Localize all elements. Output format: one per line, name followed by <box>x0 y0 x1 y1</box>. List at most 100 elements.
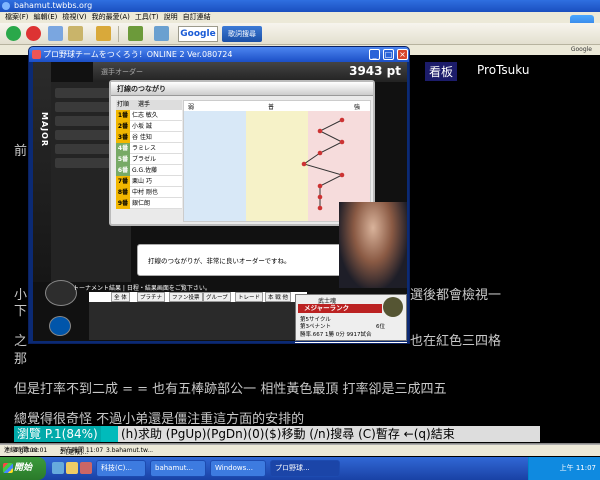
game-app-icon <box>32 50 41 59</box>
tournament-tabs: 全 体 プラチナ ファン投票 グループ トレード 本 戦 他 <box>89 292 307 302</box>
menu-file[interactable]: 檔案(F) <box>4 12 30 23</box>
taskbar-item[interactable]: 科技(C)... <box>96 460 146 477</box>
tab-main[interactable]: 本 戦 他 <box>265 292 291 302</box>
board-name: ProTsuku <box>477 63 530 77</box>
batting-order: 8番 <box>116 187 130 198</box>
batting-order: 5番 <box>116 154 130 165</box>
bbs-text-line: 那 <box>14 352 28 367</box>
header-label: 選手オーダー <box>101 68 143 76</box>
tab-all[interactable]: 全 体 <box>111 292 130 302</box>
chain-node <box>339 139 345 145</box>
quicklaunch-ie-icon[interactable] <box>52 462 64 474</box>
menu-favorites[interactable]: 我的最愛(A) <box>91 12 131 23</box>
league-logo <box>49 316 71 336</box>
clock: 上午 11:07 <box>559 464 596 472</box>
tab-platinum[interactable]: プラチナ <box>137 292 166 302</box>
tab-group[interactable]: グループ <box>203 292 231 302</box>
tab-fan-vote[interactable]: ファン投票 <box>169 292 203 302</box>
start-button[interactable]: 開始 <box>0 457 46 480</box>
player-name: 栗山 巧 <box>132 178 152 185</box>
team-record: 勝率.667 1勝 0分 9917試合 <box>300 332 372 338</box>
lineup-row[interactable]: 8番 中村 剛也 <box>116 187 182 198</box>
plugin-icon[interactable] <box>128 26 143 41</box>
lineup-row[interactable]: 4番 ラミレス <box>116 143 182 154</box>
advisor-text: 打線のつながりが、非常に良いオーダーですね。 <box>148 257 291 265</box>
bbs-tab[interactable]: 3.bahamut.tw... <box>106 447 153 454</box>
player-name: G.G.佐藤 <box>132 167 158 174</box>
player-name: ラミレス <box>132 145 157 152</box>
lineup-chain-dialog: 打線のつながり 打順 選手 1番 仁志 敏久 2番 小坂 誠 3番谷 佳知 4番 ラミレス 5… <box>109 80 375 226</box>
lineup-row[interactable]: 3番谷 佳知 <box>116 132 182 143</box>
lineup-row[interactable]: 9番 銀仁朗 <box>116 198 182 209</box>
menu-help[interactable]: 說明 <box>163 12 179 23</box>
back-button[interactable] <box>6 26 21 41</box>
close-button[interactable]: × <box>397 49 408 60</box>
chain-node <box>317 194 323 200</box>
folder-icon[interactable] <box>96 26 111 41</box>
player-name: 銀仁朗 <box>132 200 151 207</box>
points-display: 3943 pt <box>349 64 401 78</box>
bbs-text-fragment: 也在紅色三四格 <box>410 334 502 349</box>
bbs-text-fragment: 選後都會檢視一 <box>410 288 502 303</box>
quicklaunch-folder-icon[interactable] <box>66 462 78 474</box>
taskbar-item-active[interactable]: プロ野球... <box>270 460 340 477</box>
taskbar-item[interactable]: Windows... <box>210 460 266 477</box>
maximize-button[interactable]: □ <box>383 49 394 60</box>
browser-title-bar: bahamut.twbbs.org <box>0 0 600 12</box>
bbs-tab[interactable]: 2.[速報]... <box>60 447 88 456</box>
stop-button[interactable] <box>26 26 41 41</box>
menu-tools[interactable]: 工具(T) <box>134 12 160 23</box>
minimize-button[interactable]: _ <box>369 49 380 60</box>
lineup-row[interactable]: 7番 栗山 巧 <box>116 176 182 187</box>
taskbar: 開始 科技(C)... bahamut... Windows... プロ野球..… <box>0 457 600 480</box>
batting-order: 3番 <box>116 132 130 143</box>
font-size-icon[interactable] <box>48 26 63 41</box>
chain-node <box>301 161 307 167</box>
lineup-row[interactable]: 1番 仁志 敏久 <box>116 110 182 121</box>
bbs-text-line: 但是打率不到二成 = = 也有五棒跡部公一 相性黃色最頂 打率卻是三成四五 <box>14 382 447 397</box>
view-progress: 瀏覽 P.1(84%) <box>14 426 101 442</box>
quicklaunch-app-icon[interactable] <box>80 462 92 474</box>
tournament-list <box>89 302 307 340</box>
menu-view[interactable]: 檢視(V) <box>61 12 87 23</box>
lineup-header-order: 打順 <box>117 101 130 108</box>
batting-order: 4番 <box>116 143 130 154</box>
lyrics-search-button[interactable]: 歌詞搜尋 <box>222 26 262 42</box>
batting-order: 6番 <box>116 165 130 176</box>
batting-order: 2番 <box>116 121 130 132</box>
taskbar-item[interactable]: bahamut... <box>150 460 206 477</box>
team-info-card: 武士魂 メジャーランク 第5サイクル 第3ペナント 6位 勝率.667 1勝 0… <box>295 294 407 341</box>
game-window[interactable]: プロ野球チームをつくろう！ONLINE 2 Ver.080724 _ □ × M… <box>28 46 410 344</box>
divider <box>0 443 600 444</box>
menu-custom-links[interactable]: 自訂連結 <box>182 12 212 23</box>
game-header: 選手オーダー 3943 pt <box>93 62 407 82</box>
menu-bar: 檔案(F) 編輯(E) 檢視(V) 我的最愛(A) 工具(T) 說明 自訂連結 <box>0 12 600 23</box>
window-icon[interactable] <box>154 26 169 41</box>
chain-node <box>317 150 323 156</box>
key-help: (h)求助 (PgUp)(PgDn)(0)($)移動 (/n)搜尋 (C)暫存 … <box>118 426 540 442</box>
bbs-text-line: 下 <box>14 304 28 319</box>
team-pennant: 第3ペナント <box>300 324 331 330</box>
advisor-message: 打線のつながりが、非常に良いオーダーですね。 × <box>137 244 367 276</box>
team-rank: メジャーランク <box>298 304 382 313</box>
team-emblem <box>383 297 403 317</box>
google-search-box[interactable]: Google <box>178 26 218 42</box>
chain-node <box>339 172 345 178</box>
lineup-header: 打順 選手 <box>116 100 182 110</box>
menu-edit[interactable]: 編輯(E) <box>33 12 59 23</box>
chain-node <box>317 205 323 211</box>
text-icon[interactable] <box>68 26 83 41</box>
lineup-row[interactable]: 6番 G.G.佐藤 <box>116 165 182 176</box>
game-footer-buttons[interactable] <box>295 342 407 343</box>
chain-node <box>339 117 345 123</box>
screen: bahamut.twbbs.org 檔案(F) 編輯(E) 檢視(V) 我的最愛… <box>0 0 600 480</box>
lineup-row[interactable]: 5番 ブラゼル <box>116 154 182 165</box>
player-name: 中村 剛也 <box>132 189 158 196</box>
bbs-tab[interactable]: 1.gift.cc <box>14 447 38 454</box>
bbs-status-bar: 瀏覽 P.1(84%) (h)求助 (PgUp)(PgDn)(0)($)移動 (… <box>14 426 540 442</box>
game-side-strip: MAJOR <box>33 62 51 282</box>
tab-trade[interactable]: トレード <box>235 292 264 302</box>
bbs-text-line: 前 <box>14 144 28 159</box>
game-title-bar[interactable]: プロ野球チームをつくろう！ONLINE 2 Ver.080724 _ □ × <box>29 47 409 62</box>
lineup-row[interactable]: 2番 小坂 誠 <box>116 121 182 132</box>
